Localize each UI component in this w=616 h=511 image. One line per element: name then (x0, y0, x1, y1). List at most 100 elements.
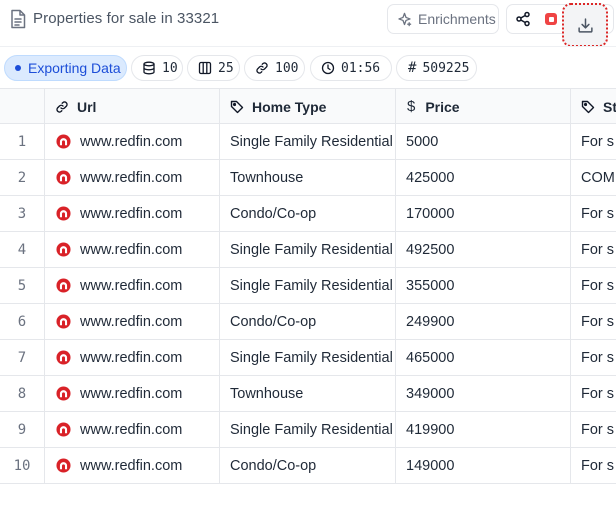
table-row[interactable]: 6 www.redfin.com Condo/Co-op 249900 For s (0, 304, 616, 340)
url-cell[interactable]: www.redfin.com (44, 412, 219, 447)
table-row[interactable]: 2 www.redfin.com Townhouse 425000 COM (0, 160, 616, 196)
price-cell[interactable]: 149000 (395, 448, 570, 483)
home-type-cell[interactable]: Single Family Residential (219, 232, 395, 267)
table-row[interactable]: 3 www.redfin.com Condo/Co-op 170000 For s (0, 196, 616, 232)
home-type-cell[interactable]: Condo/Co-op (219, 304, 395, 339)
columns-icon (198, 61, 212, 75)
column-label: Url (77, 98, 97, 115)
column-header-price[interactable]: $ Price (395, 89, 570, 124)
url-text: www.redfin.com (80, 169, 183, 186)
stop-export-button[interactable] (539, 5, 563, 33)
url-cell[interactable]: www.redfin.com (44, 448, 219, 483)
status-dot-icon (15, 65, 21, 71)
home-type-cell[interactable]: Condo/Co-op (219, 196, 395, 231)
price-cell[interactable]: 5000 (395, 124, 570, 159)
row-number: 1 (17, 133, 27, 150)
redfin-logo-icon (56, 134, 71, 149)
download-button[interactable] (562, 3, 608, 47)
status-cell[interactable]: For s (570, 376, 616, 411)
redfin-logo-icon (56, 458, 71, 473)
elapsed-time-chip: 01:56 (310, 55, 392, 81)
home-type-cell[interactable]: Single Family Residential (219, 340, 395, 375)
redfin-logo-icon (56, 350, 71, 365)
exporting-label: Exporting Data (28, 60, 121, 76)
results-table: Url Home Type $ Price St 1 www.redfin.com… (0, 88, 616, 484)
home-type-cell[interactable]: Single Family Residential (219, 412, 395, 447)
price-cell[interactable]: 349000 (395, 376, 570, 411)
exporting-status-chip: Exporting Data (4, 55, 127, 81)
download-icon (577, 17, 593, 33)
header-bar: Properties for sale in 33321 Enrichments (0, 0, 616, 47)
table-row[interactable]: 8 www.redfin.com Townhouse 349000 For s (0, 376, 616, 412)
url-cell[interactable]: www.redfin.com (44, 304, 219, 339)
url-cell[interactable]: www.redfin.com (44, 268, 219, 303)
database-icon (143, 61, 155, 75)
url-cell[interactable]: www.redfin.com (44, 232, 219, 267)
status-cell[interactable]: For s (570, 340, 616, 375)
url-text: www.redfin.com (80, 205, 183, 222)
url-cell[interactable]: www.redfin.com (44, 196, 219, 231)
url-text: www.redfin.com (80, 349, 183, 366)
status-cell[interactable]: For s (570, 196, 616, 231)
column-label: Price (425, 98, 460, 115)
redfin-logo-icon (56, 242, 71, 257)
price-cell[interactable]: 170000 (395, 196, 570, 231)
column-count-chip: 25 (187, 55, 240, 81)
url-cell[interactable]: www.redfin.com (44, 160, 219, 195)
share-button[interactable] (507, 5, 539, 33)
job-id: 509225 (422, 60, 470, 76)
url-cell[interactable]: www.redfin.com (44, 124, 219, 159)
page-count-chip: 100 (244, 55, 305, 81)
enrichments-label: Enrichments (418, 11, 496, 27)
status-cell[interactable]: For s (570, 412, 616, 447)
price-cell[interactable]: 419900 (395, 412, 570, 447)
column-header-home-type[interactable]: Home Type (219, 89, 395, 124)
sparkle-icon (398, 12, 412, 26)
dollar-icon: $ (407, 98, 416, 115)
row-number: 10 (13, 457, 31, 474)
share-icon (516, 11, 530, 27)
table-row[interactable]: 7 www.redfin.com Single Family Residential… (0, 340, 616, 376)
url-text: www.redfin.com (80, 457, 183, 474)
row-number: 2 (17, 169, 27, 186)
row-number: 4 (17, 241, 27, 258)
table-row[interactable]: 9 www.redfin.com Single Family Residential… (0, 412, 616, 448)
url-text: www.redfin.com (80, 313, 183, 330)
home-type-cell[interactable]: Townhouse (219, 376, 395, 411)
url-text: www.redfin.com (80, 421, 183, 438)
status-cell[interactable]: COM (570, 160, 616, 195)
url-cell[interactable]: www.redfin.com (44, 376, 219, 411)
enrichments-button[interactable]: Enrichments (387, 4, 499, 34)
table-row[interactable]: 5 www.redfin.com Single Family Residential… (0, 268, 616, 304)
column-header-url[interactable]: Url (44, 89, 219, 124)
table-row[interactable]: 1 www.redfin.com Single Family Residential… (0, 124, 616, 160)
column-header-status[interactable]: St (570, 89, 616, 124)
tag-icon (581, 100, 595, 113)
status-cell[interactable]: For s (570, 304, 616, 339)
price-cell[interactable]: 465000 (395, 340, 570, 375)
clock-icon (321, 61, 335, 75)
price-cell[interactable]: 425000 (395, 160, 570, 195)
column-label: Home Type (252, 98, 327, 115)
status-cell[interactable]: For s (570, 448, 616, 483)
url-text: www.redfin.com (80, 277, 183, 294)
home-type-cell[interactable]: Condo/Co-op (219, 448, 395, 483)
home-type-cell[interactable]: Single Family Residential (219, 268, 395, 303)
status-cell[interactable]: For s (570, 124, 616, 159)
link-icon (256, 62, 268, 74)
status-cell[interactable]: For s (570, 268, 616, 303)
row-count-chip: 10 (131, 55, 183, 81)
table-row[interactable]: 4 www.redfin.com Single Family Residential… (0, 232, 616, 268)
status-cell[interactable]: For s (570, 232, 616, 267)
table-row[interactable]: 10 www.redfin.com Condo/Co-op 149000 For s (0, 448, 616, 483)
redfin-logo-icon (56, 206, 71, 221)
url-cell[interactable]: www.redfin.com (44, 340, 219, 375)
price-cell[interactable]: 355000 (395, 268, 570, 303)
home-type-cell[interactable]: Single Family Residential (219, 124, 395, 159)
row-number: 3 (17, 205, 27, 222)
column-label: St (603, 98, 616, 115)
row-count: 10 (162, 60, 178, 76)
price-cell[interactable]: 492500 (395, 232, 570, 267)
home-type-cell[interactable]: Townhouse (219, 160, 395, 195)
price-cell[interactable]: 249900 (395, 304, 570, 339)
